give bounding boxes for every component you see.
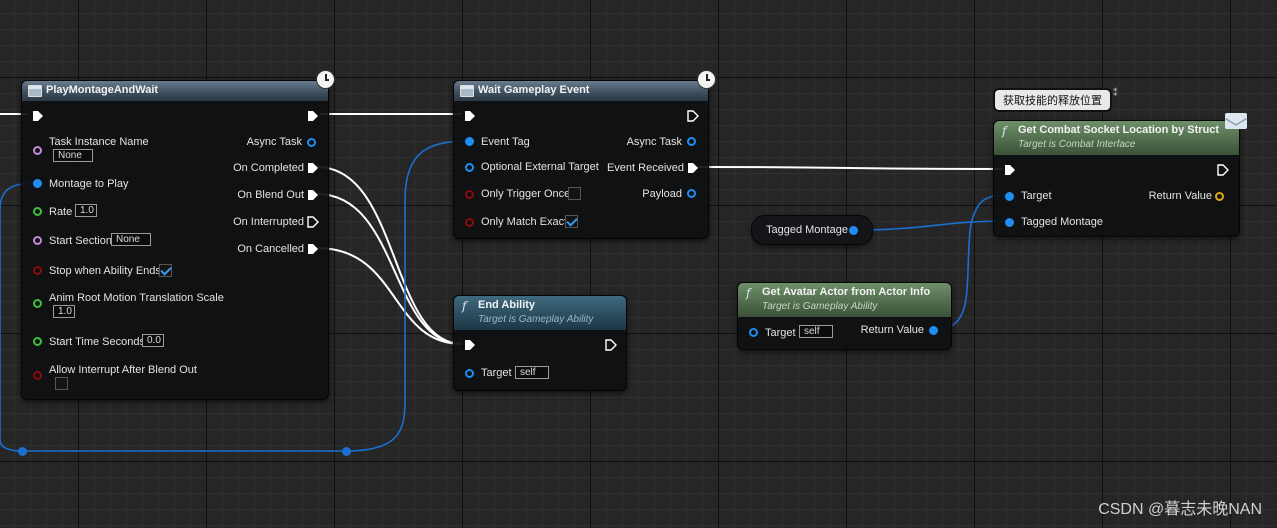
reroute-node-right[interactable] [342,447,351,456]
node-header[interactable]: f End Ability Target is Gameplay Ability [454,296,626,330]
watermark: CSDN @暮志未晚NAN [1098,501,1262,518]
target-value[interactable]: self [515,366,549,379]
on-completed-label: On Completed [233,162,304,174]
async-task-label: Async Task [626,136,682,148]
tagged-montage-pin[interactable] [1005,218,1014,227]
node-subtitle: Target is Gameplay Ability [762,301,878,312]
task-instance-name-value[interactable]: None [53,149,93,162]
variable-output-pin[interactable] [849,226,858,235]
wait-gameplay-event-node[interactable]: Wait Gameplay Event Event Tag Optional E… [453,80,709,239]
rate-pin[interactable] [33,207,42,216]
reroute-node-left[interactable] [18,447,27,456]
return-value-pin[interactable] [1215,192,1224,201]
node-title: PlayMontageAndWait [46,84,159,96]
get-combat-socket-node[interactable]: f Get Combat Socket Location by Struct T… [993,120,1240,237]
start-time-seconds-label: Start Time Seconds [49,336,145,348]
only-match-exact-pin[interactable] [465,218,474,227]
payload-pin[interactable] [687,189,696,198]
tagged-montage-label: Tagged Montage [1021,216,1103,228]
play-montage-and-wait-node[interactable]: PlayMontageAndWait Task Instance Name No… [21,80,329,400]
on-blend-out-label: On Blend Out [237,189,304,201]
task-instance-name-pin[interactable] [33,146,42,155]
node-header[interactable]: f Get Combat Socket Location by Struct T… [994,121,1239,155]
return-value-label: Return Value [860,324,924,336]
on-cancelled-label: On Cancelled [237,243,304,255]
latent-clock-icon [697,70,716,89]
comment-pin-icon[interactable]: ⁑ [1113,88,1118,99]
rate-label: Rate [49,206,73,218]
only-trigger-once-checkbox[interactable] [568,187,581,200]
event-tag-pin[interactable] [465,137,474,146]
target-pin[interactable] [465,369,474,378]
stop-when-ability-ends-label: Stop when Ability Ends [49,265,161,277]
async-task-label: Async Task [246,136,302,148]
start-section-pin[interactable] [33,236,42,245]
target-pin[interactable] [1005,192,1014,201]
return-value-label: Return Value [1148,190,1212,202]
exec-wire-event-received-combat [696,166,1003,170]
tagged-montage-variable-node[interactable]: Tagged Montage [751,215,873,245]
event-received-label: Event Received [606,162,684,174]
start-section-label: Start Section [49,235,112,247]
node-header[interactable]: f Get Avatar Actor from Actor Info Targe… [738,283,951,317]
function-icon: f [462,299,467,313]
payload-label: Payload [642,188,682,200]
rate-value[interactable]: 1.0 [75,204,97,217]
node-title: End Ability [478,299,536,311]
function-icon: f [746,286,751,300]
start-time-seconds-pin[interactable] [33,337,42,346]
allow-interrupt-pin[interactable] [33,371,42,380]
anim-root-motion-value[interactable]: 1.0 [53,305,75,318]
get-avatar-actor-node[interactable]: f Get Avatar Actor from Actor Info Targe… [737,282,952,350]
node-title: Get Combat Socket Location by Struct [1018,124,1220,136]
optional-external-target-label: Optional External Target [481,161,599,173]
async-node-icon [28,85,42,97]
node-header[interactable]: Wait Gameplay Event [454,81,708,101]
only-trigger-once-pin[interactable] [465,190,474,199]
optional-external-target-pin[interactable] [465,163,474,172]
latent-clock-icon [316,70,335,89]
start-time-seconds-value[interactable]: 0.0 [142,334,164,347]
exec-wire-completed-end [316,166,463,345]
start-section-value[interactable]: None [111,233,151,246]
anim-root-motion-pin[interactable] [33,299,42,308]
async-task-pin[interactable] [307,138,316,147]
node-subtitle: Target is Combat Interface [1018,139,1136,150]
node-header[interactable]: PlayMontageAndWait [22,81,328,101]
target-label: Target [765,327,796,339]
target-label: Target [1021,190,1052,202]
on-interrupted-label: On Interrupted [233,216,304,228]
allow-interrupt-label: Allow Interrupt After Blend Out [49,364,197,376]
only-trigger-once-label: Only Trigger Once [481,188,571,200]
stop-when-ability-ends-checkbox[interactable] [159,264,172,277]
montage-to-play-label: Montage to Play [49,178,129,190]
event-tag-label: Event Tag [481,136,530,148]
end-ability-node[interactable]: f End Ability Target is Gameplay Ability… [453,295,627,391]
async-task-pin[interactable] [687,137,696,146]
return-value-pin[interactable] [929,326,938,335]
node-title: Get Avatar Actor from Actor Info [762,286,931,298]
interface-message-icon [1225,113,1247,129]
task-instance-name-label: Task Instance Name [49,136,149,148]
anim-root-motion-label: Anim Root Motion Translation Scale [49,292,224,304]
only-match-exact-label: Only Match Exact [481,216,568,228]
async-node-icon [460,85,474,97]
target-value[interactable]: self [799,325,833,338]
variable-label: Tagged Montage [766,224,848,236]
function-icon: f [1002,124,1007,138]
exec-wire-cancelled-end [316,247,463,345]
target-pin[interactable] [749,328,758,337]
node-comment-bubble[interactable]: 获取技能的释放位置 [993,88,1112,112]
stop-when-ability-ends-pin[interactable] [33,266,42,275]
object-wire-tagged-montage [852,220,1009,231]
allow-interrupt-checkbox[interactable] [55,377,68,390]
node-title: Wait Gameplay Event [478,84,590,96]
node-subtitle: Target is Gameplay Ability [478,314,594,325]
target-label: Target [481,367,512,379]
only-match-exact-checkbox[interactable] [565,215,578,228]
exec-wire-blendout-end [316,193,463,345]
montage-to-play-pin[interactable] [33,179,42,188]
